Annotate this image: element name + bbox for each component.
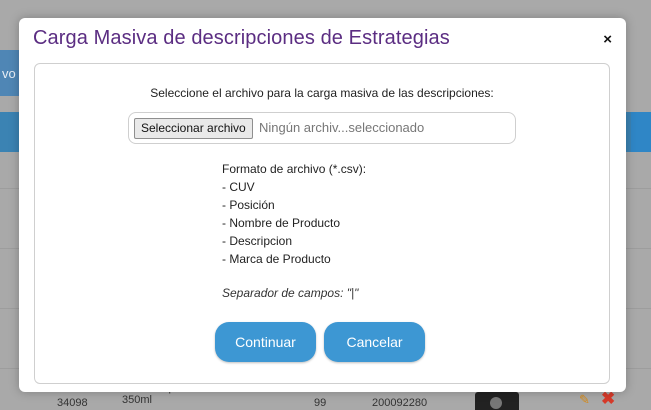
background-row-qty: 99 bbox=[314, 397, 327, 409]
background-row-cuv: 200092280 bbox=[372, 397, 428, 409]
background-side-button-label: vo bbox=[2, 65, 16, 81]
background-table-header-edge bbox=[631, 112, 651, 152]
delete-icon: ✖ bbox=[601, 389, 616, 408]
edit-icon: ✎ bbox=[579, 392, 590, 407]
file-format-heading: Formato de archivo (*.csv): bbox=[222, 162, 367, 176]
file-format-item: - CUV bbox=[222, 180, 255, 194]
file-format-item: - Descripcion bbox=[222, 234, 293, 248]
cancel-button[interactable]: Cancelar bbox=[324, 322, 425, 362]
upload-panel: Seleccione el archivo para la carga masi… bbox=[34, 63, 610, 384]
modal-title: Carga Masiva de descripciones de Estrate… bbox=[33, 27, 450, 49]
select-file-button[interactable]: Seleccionar archivo bbox=[134, 118, 253, 139]
camera-icon bbox=[475, 392, 519, 410]
continue-button[interactable]: Continuar bbox=[215, 322, 316, 362]
close-icon[interactable]: × bbox=[603, 31, 612, 48]
file-format-item: - Posición bbox=[222, 198, 275, 212]
upload-instructions: Seleccione el archivo para la carga masi… bbox=[150, 86, 494, 100]
separator-note: Separador de campos: "|" bbox=[222, 286, 359, 300]
background-row-code: 34098 bbox=[57, 397, 88, 409]
file-format-item: - Nombre de Producto bbox=[222, 216, 341, 230]
bulk-upload-modal: Carga Masiva de descripciones de Estrate… bbox=[19, 18, 626, 392]
file-format-list: Formato de archivo (*.csv): - CUV - Posi… bbox=[222, 160, 366, 268]
file-format-item: - Marca de Producto bbox=[222, 252, 331, 266]
file-input[interactable]: Seleccionar archivo Ningún archiv...sele… bbox=[128, 112, 516, 144]
selected-file-name: Ningún archiv...seleccionado bbox=[259, 120, 425, 135]
